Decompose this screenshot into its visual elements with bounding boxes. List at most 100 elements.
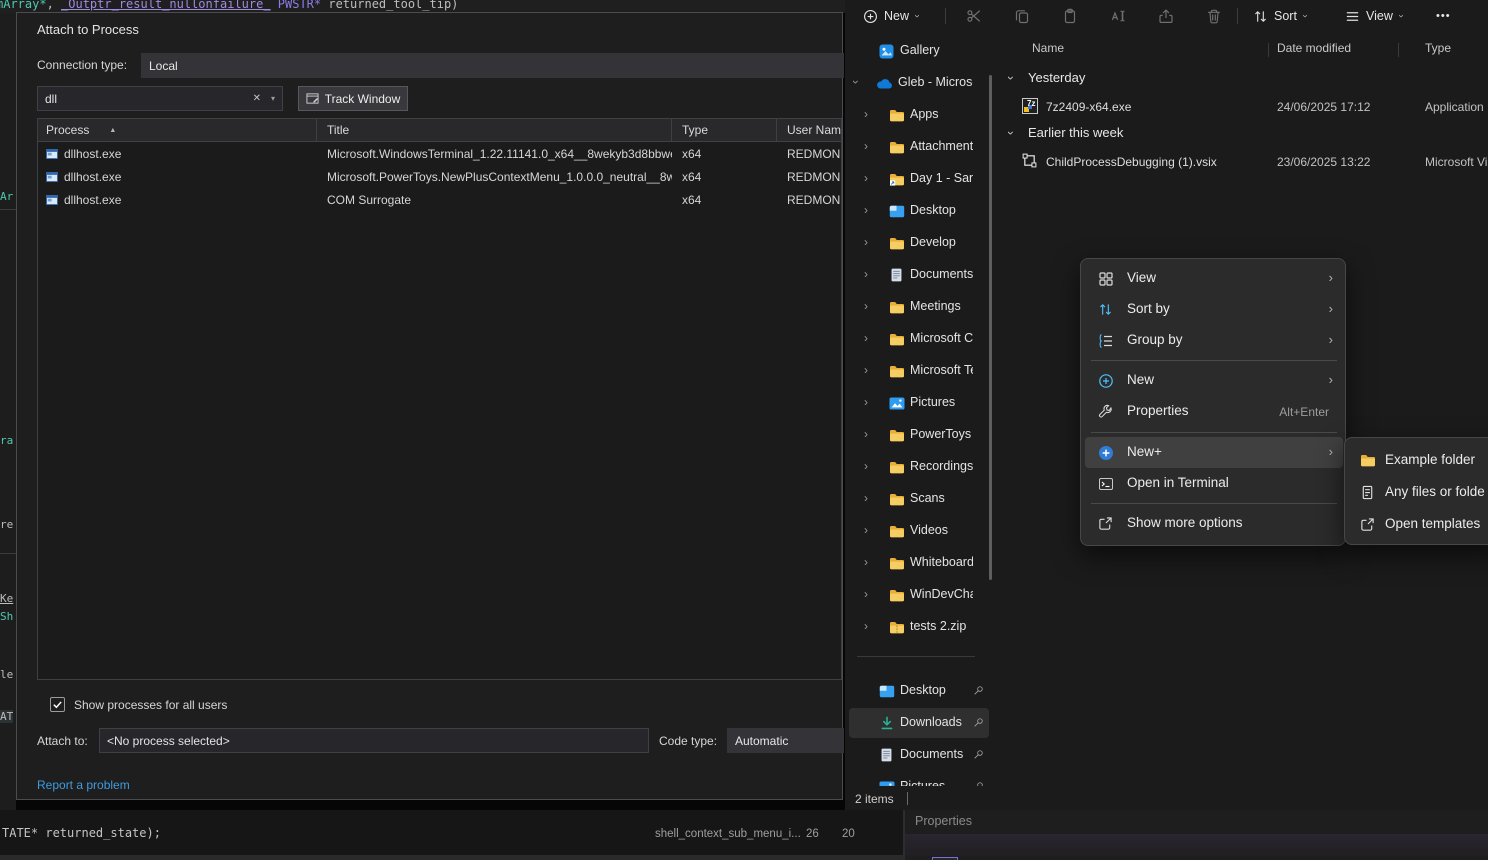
chevron-right-icon[interactable]: ›	[864, 108, 868, 120]
sidebar-item-onedrive-root[interactable]: › Gleb - Microsof	[849, 68, 989, 98]
column-divider[interactable]	[1398, 43, 1399, 57]
sidebar-item-documents-pinned[interactable]: Documents	[849, 740, 989, 770]
column-process[interactable]: Process ▲	[38, 119, 317, 141]
cut-icon[interactable]	[959, 5, 989, 27]
sidebar-item-whiteboards[interactable]: › Whiteboards	[849, 548, 989, 578]
delete-icon[interactable]	[1199, 5, 1229, 27]
chevron-right-icon[interactable]: ›	[864, 524, 868, 536]
table-row[interactable]: dllhost.exe Microsoft.PowerToys.NewPlusC…	[38, 165, 841, 188]
sidebar-item-tests-zip[interactable]: › tests 2.zip	[849, 612, 989, 642]
folder-icon	[888, 491, 905, 507]
toolbar-divider	[945, 8, 946, 24]
chevron-right-icon[interactable]: ›	[864, 300, 868, 312]
process-name: dllhost.exe	[64, 193, 121, 207]
code-token: PWSTR*	[271, 0, 322, 11]
chevron-right-icon[interactable]: ›	[864, 620, 868, 632]
chevron-right-icon[interactable]: ›	[864, 460, 868, 472]
column-user-name[interactable]: User Name	[777, 119, 841, 141]
sidebar-item-powertoys[interactable]: › PowerToys	[849, 420, 989, 450]
column-type[interactable]: Type	[672, 119, 777, 141]
menu-item-new[interactable]: New ›	[1085, 365, 1343, 396]
sidebar-item-gallery[interactable]: Gallery	[849, 36, 989, 66]
sidebar-item-develop[interactable]: › Develop	[849, 228, 989, 258]
rename-icon[interactable]	[1103, 5, 1133, 27]
sort-button[interactable]: Sort ›	[1245, 3, 1314, 29]
sidebar-item-downloads-pinned[interactable]: Downloads	[849, 708, 989, 738]
chevron-right-icon[interactable]: ›	[864, 236, 868, 248]
chevron-right-icon[interactable]: ›	[864, 556, 868, 568]
view-button[interactable]: View ›	[1337, 3, 1410, 29]
filter-dropdown-icon[interactable]: ▾	[271, 94, 275, 103]
group-header-earlier-this-week[interactable]: Earlier this week	[1028, 125, 1123, 140]
sidebar-item-pictures[interactable]: › Pictures	[849, 388, 989, 418]
track-window-button[interactable]: Track Window	[298, 86, 408, 111]
group-collapse-icon[interactable]: ›	[1005, 76, 1017, 80]
paste-icon[interactable]	[1055, 5, 1085, 27]
copy-icon[interactable]	[1007, 5, 1037, 27]
report-a-problem-link[interactable]: Report a problem	[37, 778, 130, 792]
show-all-users-checkbox[interactable]	[50, 697, 65, 712]
code-type-select[interactable]: Automatic	[727, 728, 844, 753]
menu-item-group-by[interactable]: Group by ›	[1085, 325, 1343, 356]
share-icon[interactable]	[1151, 5, 1181, 27]
folder-icon	[888, 363, 905, 379]
pin-icon	[973, 749, 984, 760]
sidebar-scrollbar[interactable]	[989, 75, 992, 580]
clear-filter-icon[interactable]: ✕	[253, 93, 261, 104]
sidebar-item-windevchat[interactable]: › WinDevChat c	[849, 580, 989, 610]
chevron-right-icon[interactable]: ›	[864, 172, 868, 184]
sidebar-item-meetings[interactable]: › Meetings	[849, 292, 989, 322]
column-title[interactable]: Title	[317, 119, 672, 141]
sidebar-item-recordings[interactable]: › Recordings	[849, 452, 989, 482]
menu-item-show-more-options[interactable]: Show more options	[1085, 508, 1343, 539]
group-header-yesterday[interactable]: Yesterday	[1028, 70, 1085, 85]
connection-type-select[interactable]: Local	[141, 53, 844, 78]
attach-to-label: Attach to:	[37, 734, 88, 748]
folder-icon	[888, 459, 905, 475]
new-button[interactable]: New ›	[855, 3, 926, 29]
menu-item-view[interactable]: View ›	[1085, 263, 1343, 294]
chevron-down-icon[interactable]: ›	[850, 80, 862, 84]
chevron-right-icon[interactable]: ›	[864, 140, 868, 152]
table-row[interactable]: dllhost.exe Microsoft.WindowsTerminal_1.…	[38, 142, 841, 165]
menu-item-properties[interactable]: Properties Alt+Enter	[1085, 396, 1343, 427]
sidebar-item-microsoft-tear[interactable]: › Microsoft Tear	[849, 356, 989, 386]
chevron-right-icon[interactable]: ›	[864, 588, 868, 600]
process-filter-input[interactable]: dll ✕ ▾	[37, 86, 283, 111]
chevron-right-icon[interactable]: ›	[864, 364, 868, 376]
chevron-right-icon[interactable]: ›	[864, 492, 868, 504]
sidebar-item-microsoft-cop[interactable]: › Microsoft Cop	[849, 324, 989, 354]
sidebar-item-day1[interactable]: › Day 1 - Sangee	[849, 164, 989, 194]
submenu-item-open-templates[interactable]: Open templates	[1349, 508, 1488, 540]
sidebar-item-videos[interactable]: › Videos	[849, 516, 989, 546]
chevron-right-icon[interactable]: ›	[864, 268, 868, 280]
sidebar-item-desktop-pinned[interactable]: Desktop	[849, 676, 989, 706]
see-more-button[interactable]: •••	[1428, 3, 1459, 29]
sidebar-item-attachments[interactable]: › Attachments	[849, 132, 989, 162]
menu-item-sort-by[interactable]: Sort by ›	[1085, 294, 1343, 325]
list-column-date-modified[interactable]: Date modified	[1277, 41, 1351, 55]
table-row[interactable]: dllhost.exe COM Surrogate x64 REDMOND	[38, 188, 841, 211]
submenu-item-example-folder[interactable]: Example folder	[1349, 444, 1488, 476]
submenu-item-any-files[interactable]: Any files or folde	[1349, 476, 1488, 508]
navigation-function-dropdown[interactable]: shell_context_sub_menu_i...	[655, 828, 801, 840]
group-collapse-icon[interactable]: ›	[1005, 131, 1017, 135]
menu-item-open-in-terminal[interactable]: Open in Terminal	[1085, 468, 1343, 499]
attach-to-field[interactable]: <No process selected>	[99, 728, 649, 753]
chevron-right-icon[interactable]: ›	[864, 428, 868, 440]
process-title: Microsoft.PowerToys.NewPlusContextMenu_1…	[327, 170, 672, 184]
folder-icon	[888, 235, 905, 251]
chevron-right-icon[interactable]: ›	[864, 204, 868, 216]
chevron-right-icon[interactable]: ›	[864, 332, 868, 344]
sidebar-item-apps[interactable]: › Apps	[849, 100, 989, 130]
zip-icon	[888, 619, 905, 635]
chevron-right-icon[interactable]: ›	[864, 396, 868, 408]
list-column-type[interactable]: Type	[1425, 41, 1451, 55]
sidebar-item-desktop[interactable]: › Desktop	[849, 196, 989, 226]
track-window-label: Track Window	[325, 92, 401, 106]
menu-item-new-plus[interactable]: New+ ›	[1085, 437, 1343, 468]
column-divider[interactable]	[1268, 43, 1269, 57]
list-column-name[interactable]: Name	[1032, 41, 1064, 55]
sidebar-item-scans[interactable]: › Scans	[849, 484, 989, 514]
sidebar-item-documents[interactable]: › Documents	[849, 260, 989, 290]
